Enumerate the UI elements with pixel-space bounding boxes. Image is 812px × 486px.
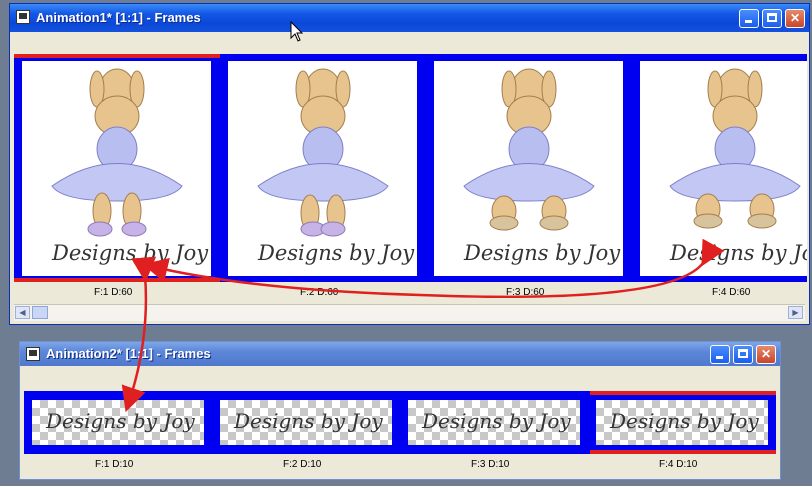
close-button[interactable]: ✕ — [756, 345, 776, 364]
frame-signature: Designs by Joy — [52, 241, 209, 265]
selection-indicator-bottom — [14, 278, 220, 282]
scroll-left-button[interactable]: ◀ — [15, 306, 30, 319]
scroll-right-button[interactable]: ▶ — [788, 306, 803, 319]
window2-title: Animation2* [1:1] - Frames — [46, 346, 211, 361]
animation1-frames-window: Animation1* [1:1] - Frames ✕ Designs by … — [9, 3, 810, 325]
window1-title: Animation1* [1:1] - Frames — [36, 10, 201, 25]
cursor-icon — [290, 21, 304, 42]
frame-thumbnail[interactable]: Designs by Joy — [220, 400, 392, 445]
frame-caption: F:4 D:60 — [712, 287, 751, 298]
window1-toolbar-area — [14, 34, 805, 54]
scrollbar-thumb[interactable] — [32, 306, 48, 319]
frame-signature: Designs by Joy — [670, 241, 807, 265]
frame-thumbnail[interactable]: Designs by Joy — [596, 400, 768, 445]
frame-signature: Designs by Joy — [258, 241, 415, 265]
frame-caption: F:2 D:10 — [283, 459, 322, 470]
window1-titlebar[interactable]: Animation1* [1:1] - Frames ✕ — [10, 4, 809, 32]
selection-indicator-bottom — [590, 450, 776, 454]
minimize-button[interactable] — [710, 345, 730, 364]
animation2-frames-window: Animation2* [1:1] - Frames ✕ Designs by … — [19, 341, 781, 480]
window1-frame-strip: Designs by Joy Designs by Joy Designs by… — [14, 54, 807, 282]
close-icon: ✕ — [789, 11, 801, 25]
app-icon[interactable] — [16, 10, 30, 24]
frame-signature: Designs by Joy — [422, 409, 571, 433]
frame-thumbnail[interactable]: Designs by Joy — [22, 61, 211, 276]
maximize-button[interactable] — [733, 345, 753, 364]
maximize-button[interactable] — [762, 9, 782, 28]
frame-signature: Designs by Joy — [610, 409, 759, 433]
close-icon: ✕ — [760, 347, 772, 361]
minimize-button[interactable] — [739, 9, 759, 28]
selection-indicator-top — [590, 391, 776, 395]
frame-signature: Designs by Joy — [234, 409, 383, 433]
frame-signature: Designs by Joy — [46, 409, 195, 433]
horizontal-scrollbar[interactable]: ◀ ▶ — [14, 304, 805, 321]
frame-signature: Designs by Joy — [464, 241, 621, 265]
window2-titlebar[interactable]: Animation2* [1:1] - Frames ✕ — [20, 342, 780, 366]
selection-indicator-top — [14, 54, 220, 58]
frame-caption: F:1 D:10 — [95, 459, 134, 470]
frame-thumbnail[interactable]: Designs by Joy — [408, 400, 580, 445]
chevron-right-icon: ▶ — [792, 308, 799, 317]
window2-toolbar-area — [24, 368, 776, 390]
frame-thumbnail[interactable]: Designs by Joy — [434, 61, 623, 276]
chevron-left-icon: ◀ — [19, 308, 26, 317]
frame-caption: F:4 D:10 — [659, 459, 698, 470]
frame-caption: F:3 D:10 — [471, 459, 510, 470]
frame-thumbnail[interactable]: Designs by Joy — [228, 61, 417, 276]
frame-caption: F:1 D:60 — [94, 287, 133, 298]
app-icon[interactable] — [26, 347, 40, 361]
window2-frame-strip: Designs by Joy Designs by Joy Designs by… — [24, 391, 776, 454]
close-button[interactable]: ✕ — [785, 9, 805, 28]
frame-caption: F:3 D:60 — [506, 287, 545, 298]
frame-thumbnail[interactable]: Designs by Joy — [640, 61, 807, 276]
frame-caption: F:2 D:60 — [300, 287, 339, 298]
frame-thumbnail[interactable]: Designs by Joy — [32, 400, 204, 445]
